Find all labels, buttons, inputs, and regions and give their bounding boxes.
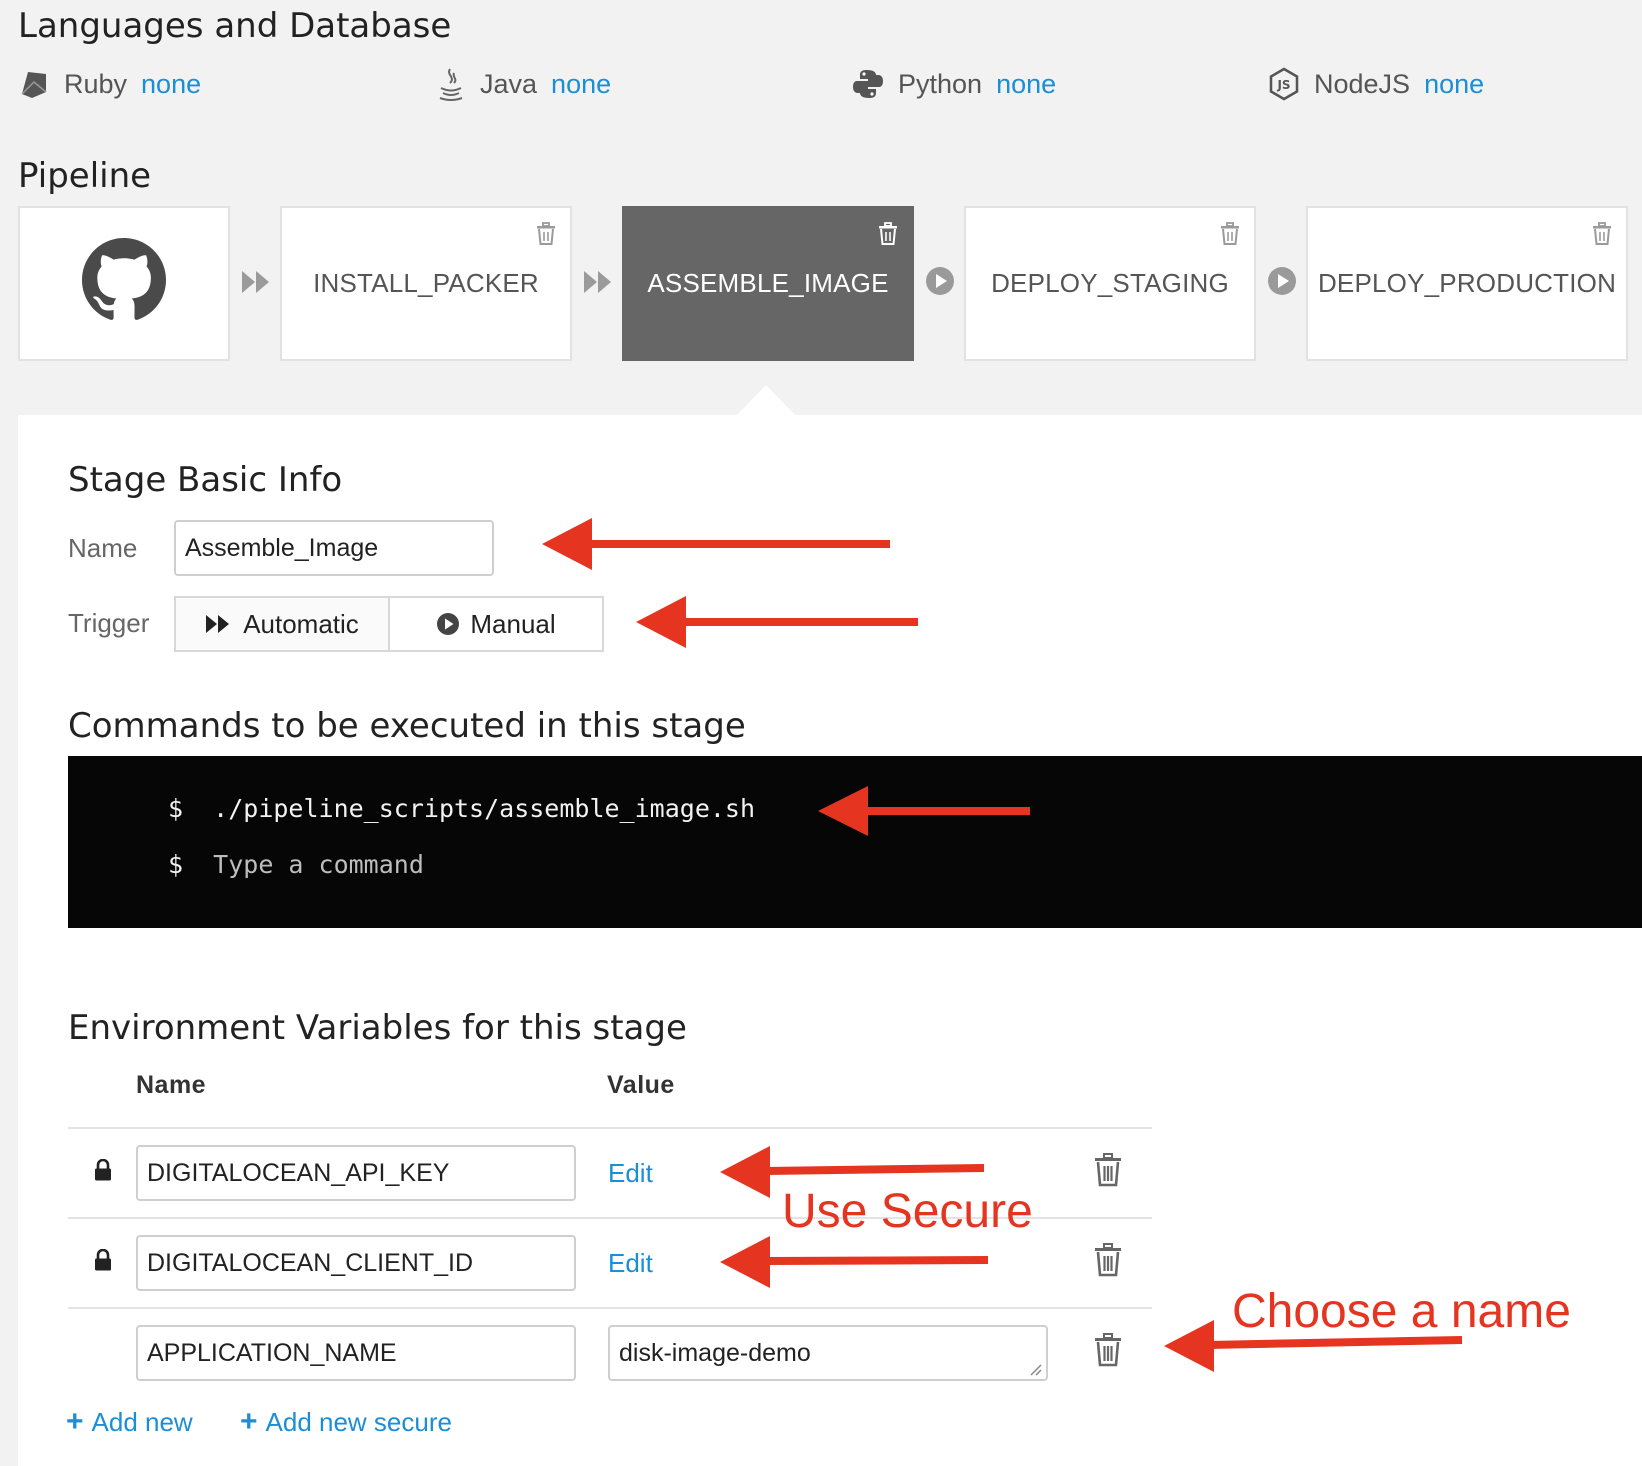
- annotation-choose-name: Choose a name: [1232, 1285, 1571, 1338]
- annotation-arrows: [542, 518, 1463, 1372]
- annotation-use-secure: Use Secure: [782, 1185, 1033, 1238]
